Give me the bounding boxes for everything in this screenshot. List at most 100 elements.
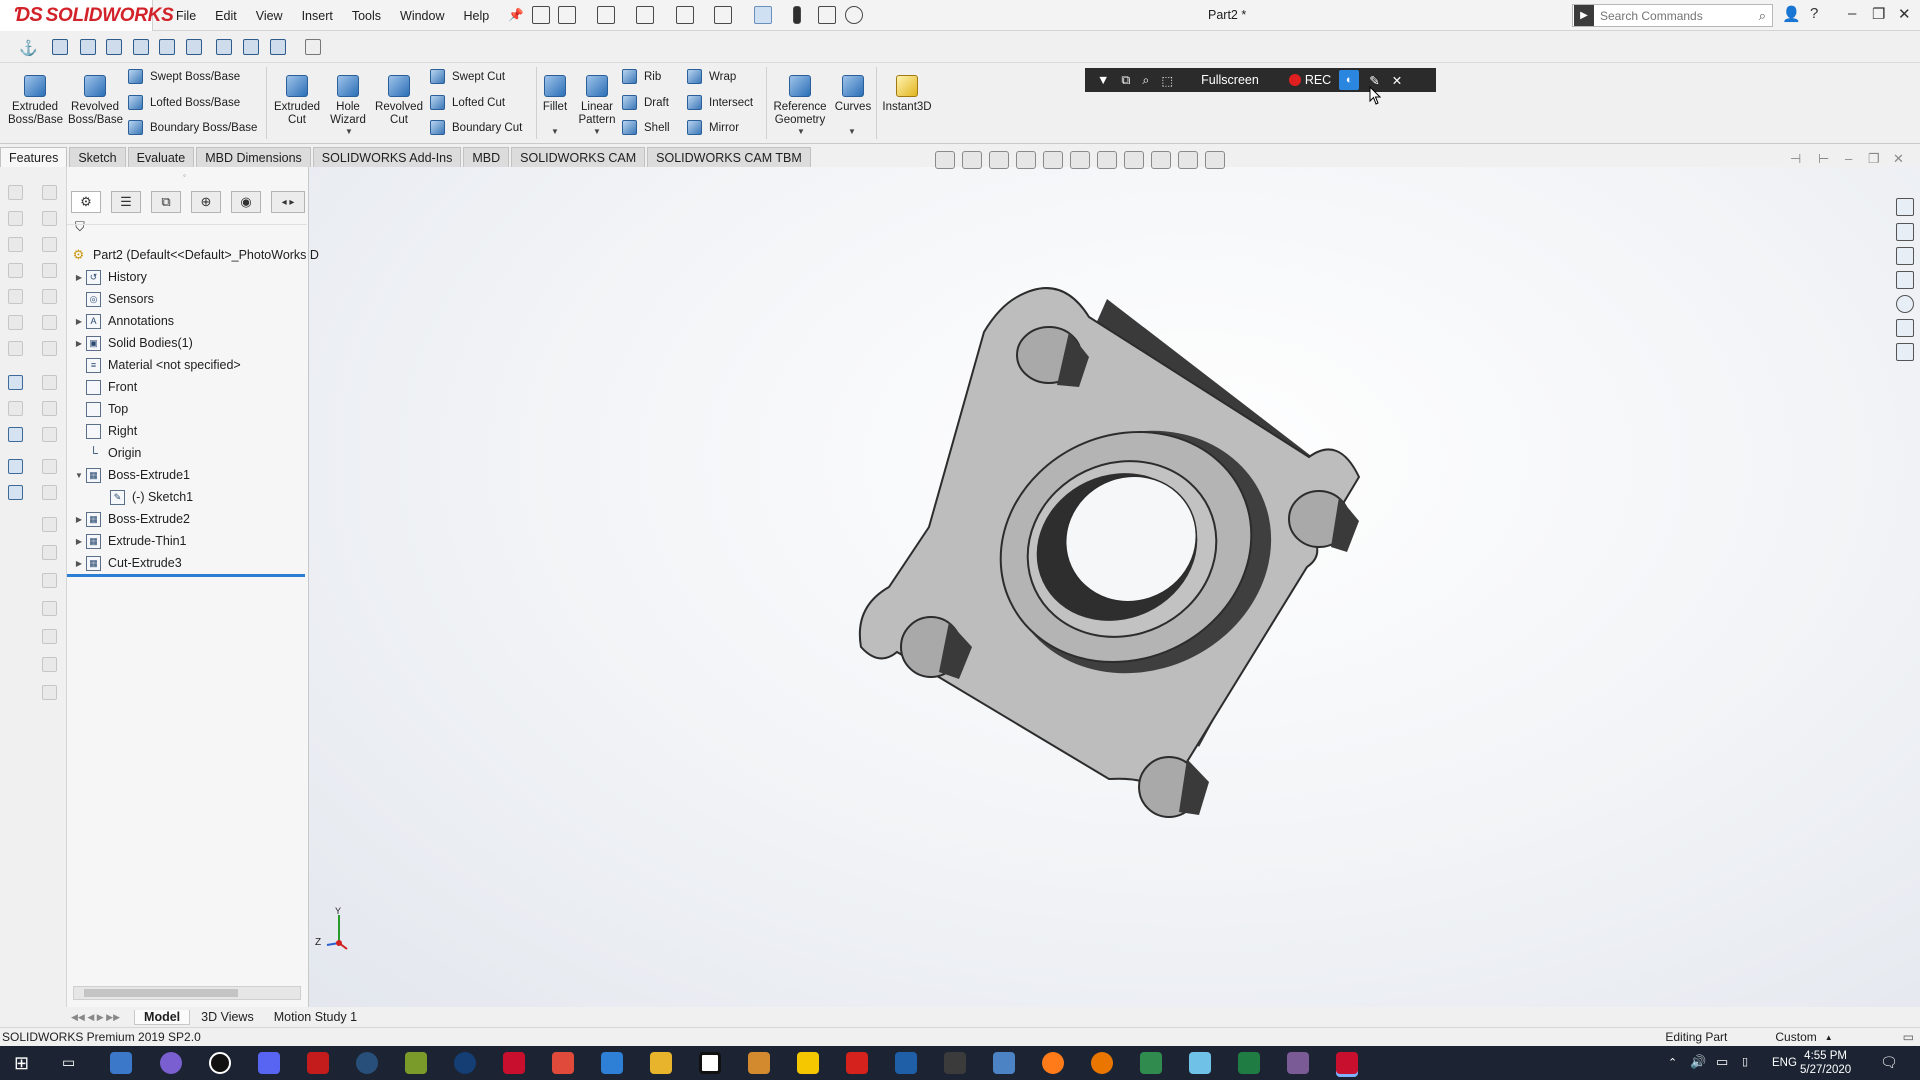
viber-icon[interactable] <box>160 1052 182 1074</box>
home-icon[interactable] <box>532 6 550 24</box>
recorder-menu-icon[interactable]: ▼ <box>1097 73 1109 87</box>
tool-icon[interactable] <box>42 485 57 500</box>
firefox-icon[interactable] <box>1042 1052 1064 1074</box>
tool-icon[interactable] <box>42 289 57 304</box>
tree-item-top-plane[interactable]: Top <box>72 398 128 420</box>
tool-icon[interactable] <box>42 685 57 700</box>
taskbar-app-icon[interactable] <box>944 1052 966 1074</box>
excel-icon[interactable] <box>1238 1052 1260 1074</box>
featuremanager-tab-icon[interactable]: ⚙ <box>71 191 101 213</box>
panel-grip-icon[interactable]: ◦ <box>183 171 186 180</box>
tree-item-solid-bodies[interactable]: ▶ ▣ Solid Bodies(1) <box>72 332 193 354</box>
taskbar-app-icon[interactable] <box>895 1052 917 1074</box>
tool-icon[interactable] <box>8 237 23 252</box>
expand-arrow-icon[interactable]: ▶ <box>72 559 86 568</box>
menu-edit[interactable]: Edit <box>215 9 237 23</box>
shell-button[interactable]: Shell <box>622 120 670 135</box>
taskbar-app-icon[interactable] <box>110 1052 132 1074</box>
steam-icon[interactable] <box>356 1052 378 1074</box>
tool-icon[interactable] <box>8 401 23 416</box>
taskbar-app-icon[interactable] <box>405 1052 427 1074</box>
hole-wizard-button[interactable]: Hole Wizard <box>323 75 373 127</box>
restore-icon[interactable]: ❐ <box>1872 5 1885 23</box>
rebuild-icon[interactable] <box>793 6 801 24</box>
tool-icon[interactable] <box>8 315 23 330</box>
forum-icon[interactable] <box>1896 343 1914 361</box>
hole-wizard-dropdown-icon[interactable]: ▼ <box>345 127 353 136</box>
recorder-region-icon[interactable]: ⬚ <box>1161 73 1173 88</box>
viewport-tile-left-icon[interactable]: ⊣ <box>1790 151 1801 167</box>
dynamic-annotation-icon[interactable] <box>1043 151 1063 169</box>
apply-scene-icon[interactable] <box>1178 151 1198 169</box>
tree-item-right-plane[interactable]: Right <box>72 420 137 442</box>
design-library-icon[interactable] <box>1896 223 1914 241</box>
displaymanager-tab-icon[interactable]: ◉ <box>231 191 261 213</box>
custom-properties-icon[interactable] <box>1896 319 1914 337</box>
standard-view-right-icon[interactable] <box>133 39 149 55</box>
taskbar-app-icon[interactable] <box>748 1052 770 1074</box>
standard-view-left-icon[interactable] <box>106 39 122 55</box>
minimize-icon[interactable]: – <box>1848 5 1856 22</box>
search-input[interactable] <box>1594 8 1744 23</box>
file-explorer-taskbar-icon[interactable] <box>650 1052 672 1074</box>
taskbar-app-icon[interactable] <box>699 1052 721 1074</box>
task-view-icon[interactable]: ▭ <box>62 1054 75 1071</box>
rollback-bar[interactable] <box>67 574 305 577</box>
viewport-restore-icon[interactable]: ❐ <box>1868 151 1880 167</box>
tool-icon[interactable] <box>42 237 57 252</box>
expand-arrow-icon[interactable]: ▶ <box>72 515 86 524</box>
menu-help[interactable]: Help <box>464 9 490 23</box>
pattern-dropdown-icon[interactable]: ▼ <box>593 127 601 136</box>
viewport-close-icon[interactable]: ✕ <box>1893 151 1904 167</box>
display-style-icon[interactable] <box>1097 151 1117 169</box>
part-model[interactable] <box>309 167 1920 1007</box>
tool-icon[interactable] <box>8 289 23 304</box>
notifications-icon[interactable]: 🗨 <box>1880 1054 1898 1071</box>
boundary-boss-button[interactable]: Boundary Boss/Base <box>128 120 257 135</box>
tab-model[interactable]: Model <box>134 1009 191 1025</box>
tool-icon[interactable] <box>42 185 57 200</box>
file-explorer-icon[interactable] <box>1896 247 1914 265</box>
tab-3d-views[interactable]: 3D Views <box>192 1010 263 1024</box>
section-view-icon[interactable] <box>1016 151 1036 169</box>
save-icon[interactable] <box>636 6 654 24</box>
flash-app-icon[interactable] <box>307 1052 329 1074</box>
volume-icon[interactable]: 🔊 <box>1690 1054 1706 1070</box>
tool-icon[interactable] <box>42 401 57 416</box>
tree-item-cut-extrude3[interactable]: ▶ ▦ Cut-Extrude3 <box>72 552 182 574</box>
horizontal-scrollbar[interactable] <box>73 986 301 1000</box>
tab-mbd-dimensions[interactable]: MBD Dimensions <box>196 147 311 167</box>
appearances-icon[interactable] <box>1896 295 1914 313</box>
tool-icon[interactable] <box>42 263 57 278</box>
graphics-area[interactable]: Z Y <box>309 167 1920 1007</box>
taskbar-app-icon[interactable] <box>993 1052 1015 1074</box>
pin-icon[interactable]: 📌 <box>508 8 524 23</box>
tab-motion-study[interactable]: Motion Study 1 <box>265 1010 366 1024</box>
revolved-cut-button[interactable]: Revolved Cut <box>372 75 426 127</box>
tool-icon[interactable] <box>42 629 57 644</box>
solidworks-taskbar-icon[interactable] <box>1336 1052 1358 1074</box>
solidworks-2019-icon[interactable] <box>503 1052 525 1074</box>
viewport-tile-right-icon[interactable]: ⊢ <box>1818 151 1829 167</box>
open-icon[interactable] <box>597 6 615 24</box>
taskbar-app-icon[interactable] <box>797 1052 819 1074</box>
rec-button[interactable]: REC <box>1288 73 1331 87</box>
help-icon[interactable]: ? <box>1810 5 1818 22</box>
revolved-boss-button[interactable]: Revolved Boss/Base <box>68 75 123 127</box>
edit-appearance-icon[interactable] <box>1151 151 1171 169</box>
mirror-button[interactable]: Mirror <box>687 120 739 135</box>
discord-icon[interactable] <box>258 1052 280 1074</box>
wrap-button[interactable]: Wrap <box>687 69 736 84</box>
rib-button[interactable]: Rib <box>622 69 661 84</box>
rebuild-tool-icon[interactable] <box>8 427 23 442</box>
tab-features[interactable]: Features <box>0 147 68 167</box>
standard-view-top-icon[interactable] <box>159 39 175 55</box>
language-indicator[interactable]: ENG <box>1772 1057 1797 1069</box>
tree-item-boss-extrude1[interactable]: ▼ ▦ Boss-Extrude1 <box>72 464 190 486</box>
tab-mbd[interactable]: MBD <box>463 147 510 167</box>
taskbar-app-icon[interactable] <box>1140 1052 1162 1074</box>
comment-icon[interactable]: ▭ <box>1903 1030 1914 1044</box>
recorder-window-icon[interactable]: ⧉ <box>1121 73 1130 88</box>
lofted-cut-button[interactable]: Lofted Cut <box>430 95 505 110</box>
measure-icon[interactable] <box>8 375 23 390</box>
